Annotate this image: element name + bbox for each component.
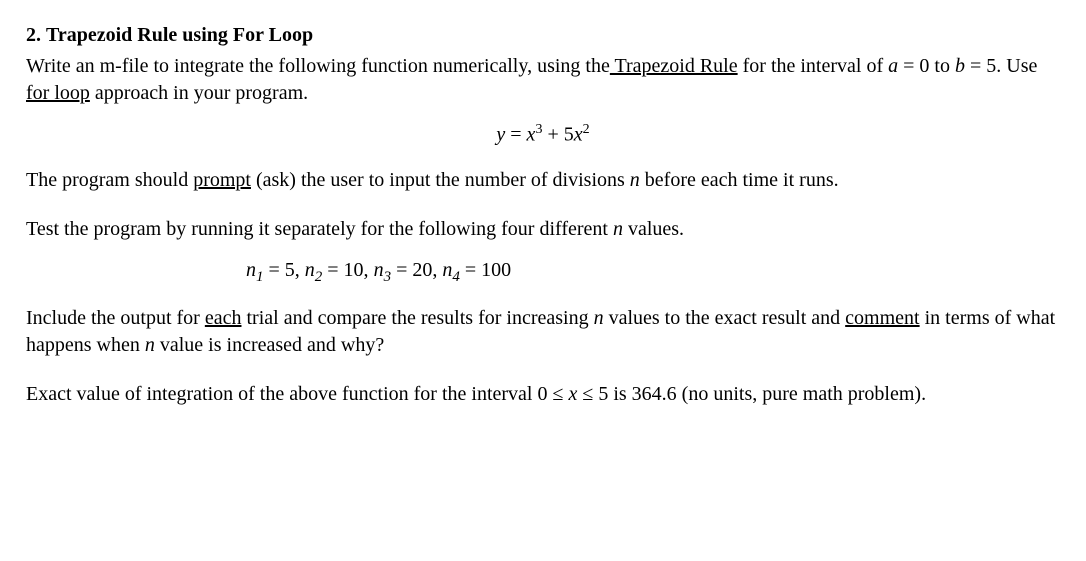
- n4-sub: 4: [452, 269, 460, 285]
- interval-b-eq: = 5: [965, 55, 996, 77]
- test-end: values.: [623, 218, 684, 240]
- include-mid1: trial and compare the results for increa…: [241, 307, 593, 329]
- test-n: n: [613, 218, 623, 240]
- intro-paragraph: Write an m-file to integrate the followi…: [26, 53, 1060, 107]
- include-end: value is increased and why?: [155, 334, 384, 356]
- n3-sub: 3: [384, 269, 392, 285]
- n2-val: = 10,: [322, 259, 373, 281]
- eq-rhs2: x: [574, 124, 583, 146]
- eq-lhs: y: [496, 124, 505, 146]
- exact-x: x: [568, 383, 577, 405]
- prompt-paragraph: The program should prompt (ask) the user…: [26, 167, 1060, 194]
- eq-rhs2-exp: 2: [583, 122, 590, 137]
- n2-lbl: n: [305, 259, 315, 281]
- interval-a-eq: = 0: [898, 55, 929, 77]
- interval-b: b: [955, 55, 965, 77]
- trapezoid-rule-link: Trapezoid Rule: [610, 55, 738, 77]
- prompt-pre: The program should: [26, 169, 193, 191]
- n1-sub: 1: [256, 269, 264, 285]
- interval-a: a: [888, 55, 898, 77]
- interval-to: to: [929, 55, 955, 77]
- prompt-post: (ask) the user to input the number of di…: [251, 169, 630, 191]
- include-pre: Include the output for: [26, 307, 205, 329]
- intro-end: approach in your program.: [90, 82, 308, 104]
- test-paragraph: Test the program by running it separatel…: [26, 216, 1060, 243]
- exact-pre: Exact value of integration of the above …: [26, 383, 568, 405]
- n4-val: = 100: [460, 259, 511, 281]
- exact-val: 364.6: [632, 383, 677, 405]
- problem-heading: 2. Trapezoid Rule using For Loop: [26, 22, 1060, 49]
- n4-lbl: n: [442, 259, 452, 281]
- each-link: each: [205, 307, 242, 329]
- exact-end: (no units, pure math problem).: [677, 383, 926, 405]
- include-n1: n: [594, 307, 604, 329]
- include-n2: n: [145, 334, 155, 356]
- n-values-block: n1 = 5, n2 = 10, n3 = 20, n4 = 100: [26, 257, 1060, 287]
- for-loop-link: for loop: [26, 82, 90, 104]
- intro-use: . Use: [996, 55, 1037, 77]
- intro-text-mid: for the interval of: [738, 55, 889, 77]
- n3-lbl: n: [374, 259, 384, 281]
- intro-text-pre: Write an m-file to integrate the followi…: [26, 55, 610, 77]
- exact-mid: ≤ 5 is: [577, 383, 631, 405]
- prompt-link: prompt: [193, 169, 251, 191]
- exact-paragraph: Exact value of integration of the above …: [26, 381, 1060, 408]
- n1-lbl: n: [246, 259, 256, 281]
- problem-number: 2.: [26, 24, 41, 46]
- eq-equals: =: [505, 124, 526, 146]
- n3-val: = 20,: [391, 259, 442, 281]
- eq-plus: + 5: [542, 124, 573, 146]
- comment-link: comment: [845, 307, 919, 329]
- include-paragraph: Include the output for each trial and co…: [26, 305, 1060, 359]
- problem-title: Trapezoid Rule using For Loop: [46, 24, 313, 46]
- equation-block: y = x3 + 5x2: [26, 121, 1060, 149]
- n1-val: = 5,: [264, 259, 305, 281]
- test-pre: Test the program by running it separatel…: [26, 218, 613, 240]
- include-mid2: values to the exact result and: [604, 307, 846, 329]
- prompt-n: n: [630, 169, 640, 191]
- prompt-end: before each time it runs.: [640, 169, 839, 191]
